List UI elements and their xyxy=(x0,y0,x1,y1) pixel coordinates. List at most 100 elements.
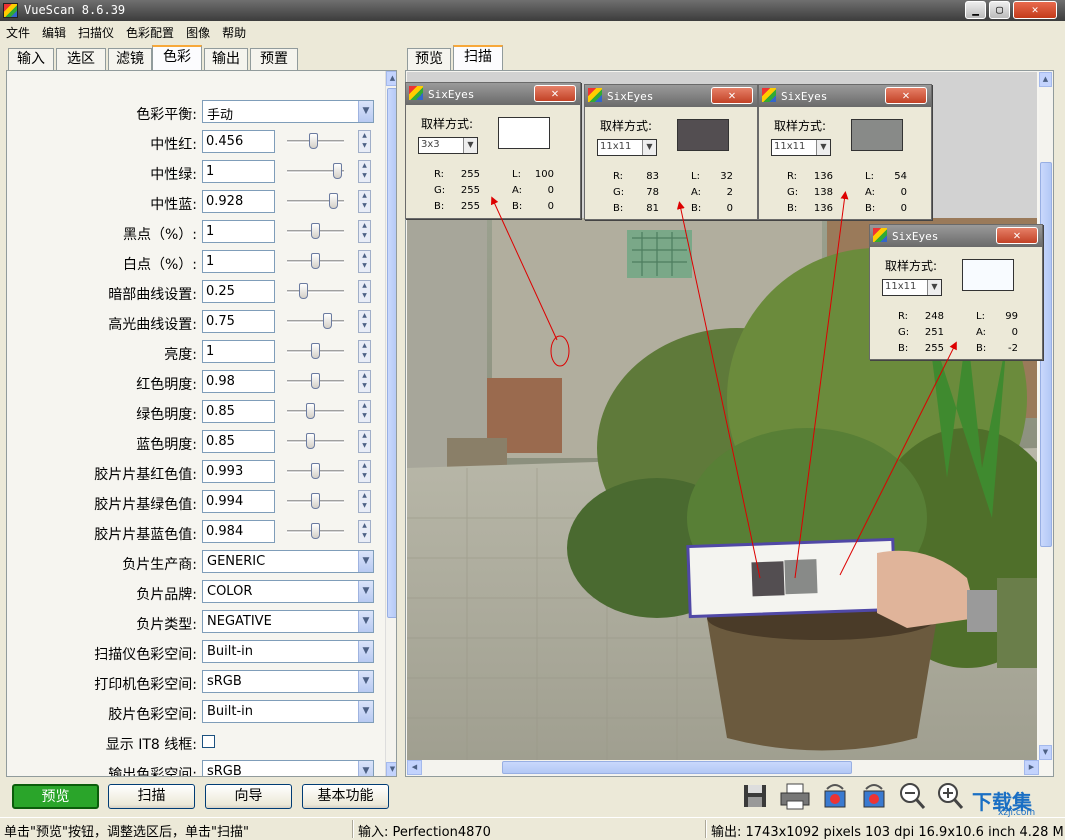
spinner-icon[interactable]: ▲ ▼ xyxy=(358,280,371,303)
sample-mode-select[interactable]: 11x11 ▼ xyxy=(597,139,657,156)
close-icon[interactable]: ✕ xyxy=(711,87,753,104)
slider-thumb[interactable] xyxy=(333,163,342,179)
rotate-left-icon[interactable] xyxy=(821,781,849,811)
slider-thumb[interactable] xyxy=(306,403,315,419)
spinner-icon[interactable]: ▲ ▼ xyxy=(358,190,371,213)
preview-button[interactable]: 预览 xyxy=(12,784,99,809)
tab-color[interactable]: 色彩 xyxy=(152,45,202,70)
slider-track[interactable] xyxy=(287,320,344,323)
tab-preview[interactable]: 预览 xyxy=(407,48,451,70)
slider-thumb[interactable] xyxy=(311,343,320,359)
spinner-icon[interactable]: ▲ ▼ xyxy=(358,310,371,333)
spinner-icon[interactable]: ▲ ▼ xyxy=(358,400,371,423)
tab-filter[interactable]: 滤镜 xyxy=(108,48,152,70)
dropdown-select[interactable]: Built-in ▼ xyxy=(202,700,374,723)
minimize-button[interactable]: ▁ xyxy=(965,1,986,19)
slider-thumb[interactable] xyxy=(329,193,338,209)
menu-help[interactable]: 帮助 xyxy=(216,21,252,41)
dropdown-select[interactable]: COLOR ▼ xyxy=(202,580,374,603)
slider-value-input[interactable]: 1 xyxy=(202,340,275,363)
basic-mode-button[interactable]: 基本功能 xyxy=(302,784,389,809)
slider-value-input[interactable]: 0.25 xyxy=(202,280,275,303)
sixeyes-titlebar[interactable]: SixEyes ✕ xyxy=(870,225,1042,247)
scroll-thumb[interactable] xyxy=(502,761,852,774)
slider-value-input[interactable]: 0.994 xyxy=(202,490,275,513)
spinner-icon[interactable]: ▲ ▼ xyxy=(358,460,371,483)
sample-mode-select[interactable]: 3x3 ▼ xyxy=(418,137,478,154)
print-icon[interactable] xyxy=(779,781,811,811)
sixeyes-window[interactable]: SixEyes ✕ 取样方式: 3x3 ▼ R: 255 G: 255 B: 255 L: 100 A: 0… xyxy=(405,82,581,219)
slider-value-input[interactable]: 1 xyxy=(202,160,275,183)
slider-thumb[interactable] xyxy=(306,433,315,449)
image-vertical-scrollbar[interactable]: ▲ ▼ xyxy=(1039,72,1053,760)
slider-track[interactable] xyxy=(287,410,344,413)
close-icon[interactable]: ✕ xyxy=(534,85,576,102)
sample-mode-select[interactable]: 11x11 ▼ xyxy=(771,139,831,156)
scroll-up-icon[interactable]: ▲ xyxy=(1039,72,1052,87)
scroll-down-icon[interactable]: ▼ xyxy=(1039,745,1052,760)
slider-value-input[interactable]: 0.984 xyxy=(202,520,275,543)
sixeyes-titlebar[interactable]: SixEyes ✕ xyxy=(585,85,757,107)
menu-color-profile[interactable]: 色彩配置 xyxy=(120,21,180,41)
guide-button[interactable]: 向导 xyxy=(205,784,292,809)
left-scrollbar[interactable]: ▲ ▼ xyxy=(385,71,396,776)
menu-scanner[interactable]: 扫描仪 xyxy=(72,21,120,41)
slider-thumb[interactable] xyxy=(309,133,318,149)
spinner-icon[interactable]: ▲ ▼ xyxy=(358,370,371,393)
tab-prefs[interactable]: 预置 xyxy=(250,48,298,70)
sixeyes-titlebar[interactable]: SixEyes ✕ xyxy=(759,85,931,107)
dropdown-select[interactable]: GENERIC ▼ xyxy=(202,550,374,573)
dropdown-select[interactable]: NEGATIVE ▼ xyxy=(202,610,374,633)
rotate-right-icon[interactable] xyxy=(860,781,888,811)
output-space-select[interactable]: sRGB ▼ xyxy=(202,760,374,776)
save-icon[interactable] xyxy=(741,781,769,811)
slider-thumb[interactable] xyxy=(311,463,320,479)
slider-value-input[interactable]: 0.75 xyxy=(202,310,275,333)
slider-value-input[interactable]: 0.993 xyxy=(202,460,275,483)
menu-file[interactable]: 文件 xyxy=(0,21,36,41)
spinner-icon[interactable]: ▲ ▼ xyxy=(358,340,371,363)
tab-output[interactable]: 输出 xyxy=(204,48,248,70)
scroll-right-icon[interactable]: ▶ xyxy=(1024,760,1039,775)
scroll-left-icon[interactable]: ◀ xyxy=(407,760,422,775)
sixeyes-titlebar[interactable]: SixEyes ✕ xyxy=(406,83,580,105)
menu-edit[interactable]: 编辑 xyxy=(36,21,72,41)
sixeyes-window[interactable]: SixEyes ✕ 取样方式: 11x11 ▼ R: 136 G: 138 B: 136 L: 54 A:… xyxy=(758,84,932,220)
slider-track[interactable] xyxy=(287,440,344,443)
slider-thumb[interactable] xyxy=(311,223,320,239)
slider-thumb[interactable] xyxy=(311,523,320,539)
tab-scan[interactable]: 扫描 xyxy=(453,45,503,70)
spinner-icon[interactable]: ▲ ▼ xyxy=(358,220,371,243)
color-balance-select[interactable]: 手动 ▼ xyxy=(202,100,374,123)
spinner-icon[interactable]: ▲ ▼ xyxy=(358,250,371,273)
slider-thumb[interactable] xyxy=(323,313,332,329)
slider-thumb[interactable] xyxy=(311,493,320,509)
sample-mode-select[interactable]: 11x11 ▼ xyxy=(882,279,942,296)
sixeyes-window[interactable]: SixEyes ✕ 取样方式: 11x11 ▼ R: 248 G: 251 B: 255 L: 99 A:… xyxy=(869,224,1043,360)
slider-value-input[interactable]: 0.85 xyxy=(202,430,275,453)
image-horizontal-scrollbar[interactable]: ◀ ▶ xyxy=(407,760,1039,775)
slider-thumb[interactable] xyxy=(299,283,308,299)
slider-value-input[interactable]: 0.456 xyxy=(202,130,275,153)
dropdown-select[interactable]: Built-in ▼ xyxy=(202,640,374,663)
close-icon[interactable]: ✕ xyxy=(885,87,927,104)
spinner-icon[interactable]: ▲ ▼ xyxy=(358,520,371,543)
close-icon[interactable]: ✕ xyxy=(996,227,1038,244)
sixeyes-window[interactable]: SixEyes ✕ 取样方式: 11x11 ▼ R: 83 G: 78 B: 81 L: 32 A: 2 B:… xyxy=(584,84,758,220)
dropdown-select[interactable]: sRGB ▼ xyxy=(202,670,374,693)
slider-thumb[interactable] xyxy=(311,253,320,269)
slider-value-input[interactable]: 1 xyxy=(202,220,275,243)
slider-thumb[interactable] xyxy=(311,373,320,389)
spinner-icon[interactable]: ▲ ▼ xyxy=(358,130,371,153)
scroll-up-icon[interactable]: ▲ xyxy=(386,71,396,86)
maximize-button[interactable]: ▢ xyxy=(989,1,1010,19)
close-button[interactable]: ✕ xyxy=(1013,1,1057,19)
zoom-in-icon[interactable] xyxy=(936,781,964,811)
slider-value-input[interactable]: 1 xyxy=(202,250,275,273)
spinner-icon[interactable]: ▲ ▼ xyxy=(358,160,371,183)
spinner-icon[interactable]: ▲ ▼ xyxy=(358,430,371,453)
slider-track[interactable] xyxy=(287,290,344,293)
slider-value-input[interactable]: 0.85 xyxy=(202,400,275,423)
scroll-thumb[interactable] xyxy=(387,88,396,618)
it8-checkbox[interactable] xyxy=(202,735,215,748)
